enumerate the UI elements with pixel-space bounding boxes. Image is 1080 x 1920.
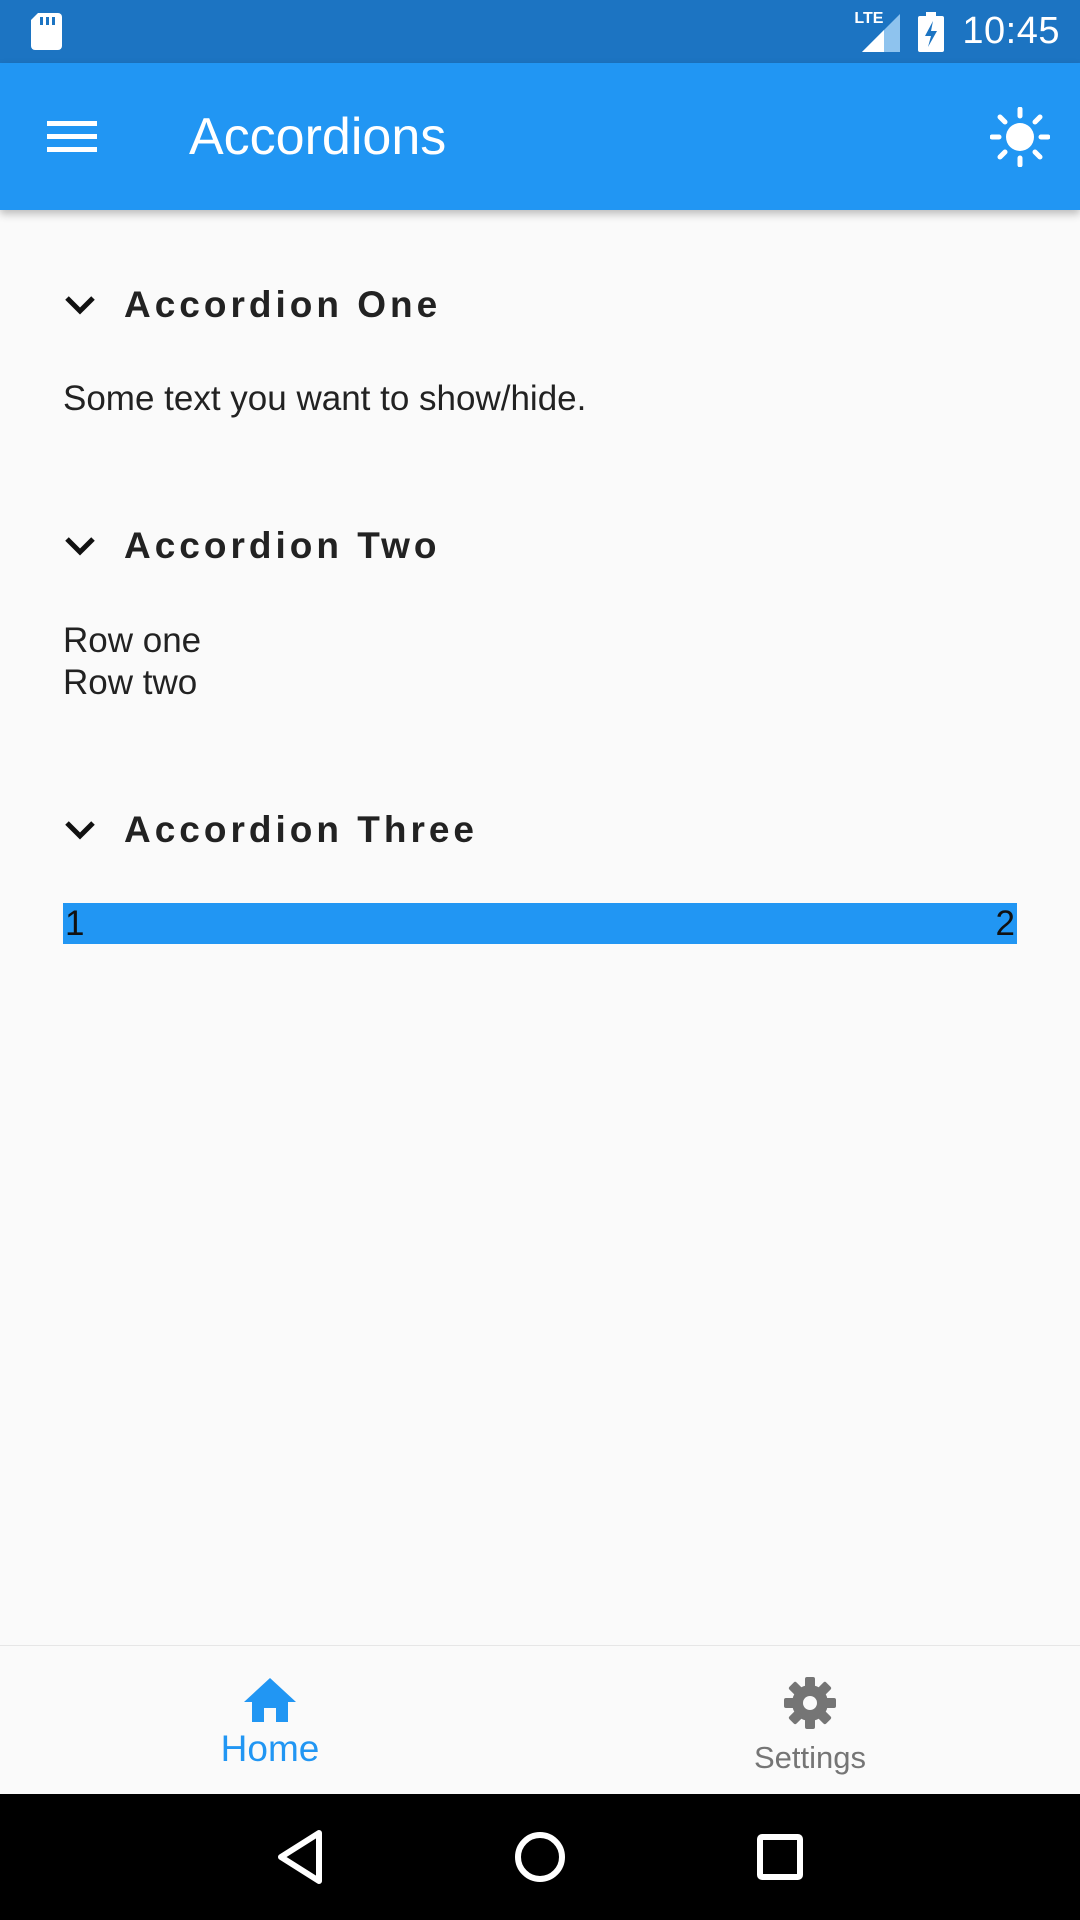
accordion-three-header[interactable]: Accordion Three [64,795,478,865]
menu-button[interactable] [34,99,110,175]
chevron-down-icon [65,537,95,556]
accordion-two-title: Accordion Two [124,525,441,566]
chevron-down-icon [65,296,95,315]
battery-charging-icon [918,11,945,52]
system-home-button[interactable] [500,1817,580,1897]
system-recents-button[interactable] [740,1817,820,1897]
app-bar: Accordions [0,63,1080,210]
system-navigation-bar [0,1794,1080,1920]
home-icon [244,1678,296,1722]
accordion-one-body: Some text you want to show/hide. [63,378,586,420]
accordion-one-text: Some text you want to show/hide. [63,379,587,418]
signal-icon: LTE [854,10,901,52]
hamburger-menu-icon [47,121,97,152]
accordion-two-body: Row one Row two [63,620,201,704]
nav-item-settings[interactable]: Settings [540,1646,1080,1794]
gear-icon [784,1677,836,1729]
theme-toggle-button[interactable] [982,99,1058,175]
sun-icon [990,107,1050,167]
back-triangle-icon [278,1830,322,1884]
accordion-one-title: Accordion One [124,284,442,325]
nav-label-settings: Settings [753,1740,866,1775]
row-cell-left: 1 [65,903,85,943]
accordion-three-row: 1 2 [63,903,1017,944]
accordion-two-header[interactable]: Accordion Two [64,511,440,581]
accordion-three-title: Accordion Three [124,809,478,850]
bottom-navigation: Home Settings [0,1645,1080,1794]
chevron-down-icon [65,821,95,840]
home-circle-icon [515,1832,565,1882]
accordion-one-header[interactable]: Accordion One [64,270,441,340]
system-back-button[interactable] [260,1817,340,1897]
list-item: Row one [63,621,202,660]
recents-square-icon [757,1834,803,1880]
page-title: Accordions [189,108,447,166]
row-cell-right: 2 [995,903,1015,943]
status-time: 10:45 [962,10,1060,52]
list-item: Row two [63,663,198,702]
nav-item-home[interactable]: Home [0,1646,540,1794]
status-bar: LTE 10:45 [0,0,1080,63]
nav-label-home: Home [220,1728,320,1769]
sd-card-icon [31,13,62,50]
